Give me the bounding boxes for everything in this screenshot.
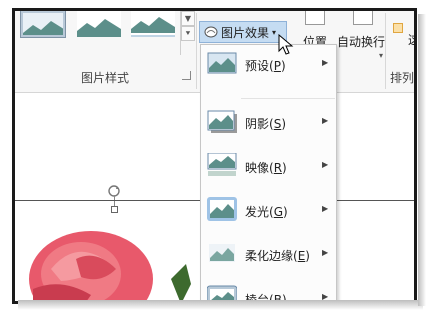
menu-item-label: 预设 bbox=[245, 59, 270, 73]
chevron-down-icon: ▾ bbox=[272, 27, 277, 37]
menu-item-shortcut: R bbox=[273, 161, 283, 175]
position-icon[interactable] bbox=[305, 11, 325, 25]
frame-shadow bbox=[18, 300, 423, 310]
dialog-launcher-icon[interactable] bbox=[182, 71, 191, 80]
picture-effects-menu: 预设(P) ▶ 阴影(S) ▶ 映像(R) ▶ 发光(G) ▶ 柔化边缘(E) … bbox=[200, 44, 337, 301]
submenu-arrow-icon: ▶ bbox=[322, 204, 329, 213]
ribbon-divider bbox=[196, 13, 197, 89]
gallery-scroll-down-button[interactable]: ▼ bbox=[181, 11, 195, 26]
wrap-text-chevron-icon[interactable]: ▾ bbox=[379, 51, 383, 60]
picture-style-thumb-3[interactable] bbox=[127, 11, 179, 45]
menu-item-shortcut: P bbox=[273, 59, 281, 73]
gallery-scroll: ▼ ⯆ bbox=[180, 11, 195, 55]
arrange-partial-label[interactable]: 这 bbox=[408, 31, 414, 48]
mouse-pointer-icon bbox=[278, 34, 294, 55]
menu-item-shadow[interactable]: 阴影(S) ▶ bbox=[201, 107, 336, 137]
arrange-group-label: 排列 bbox=[390, 71, 415, 85]
picture-style-thumb-1[interactable] bbox=[17, 11, 69, 45]
gallery-more-button[interactable]: ⯆ bbox=[181, 26, 195, 41]
menu-item-preset[interactable]: 预设(P) ▶ bbox=[201, 49, 336, 79]
picture-styles-group-label: 图片样式 bbox=[80, 71, 129, 85]
frame-shadow bbox=[418, 14, 426, 306]
ribbon-divider bbox=[385, 13, 386, 89]
picture-effects-button[interactable]: 图片效果 ▾ bbox=[199, 21, 287, 43]
wrap-text-label[interactable]: 自动换行 bbox=[337, 33, 385, 50]
menu-item-reflection[interactable]: 映像(R) ▶ bbox=[201, 151, 336, 181]
menu-item-label: 发光 bbox=[245, 205, 270, 219]
menu-item-shortcut: G bbox=[273, 205, 284, 219]
submenu-arrow-icon: ▶ bbox=[322, 58, 329, 67]
shadow-icon bbox=[207, 110, 237, 133]
rose-image[interactable] bbox=[21, 219, 211, 304]
soft-edges-icon bbox=[209, 244, 235, 262]
menu-item-shortcut: E bbox=[297, 249, 306, 263]
submenu-arrow-icon: ▶ bbox=[322, 248, 329, 257]
menu-item-label: 柔化边缘 bbox=[245, 249, 294, 263]
reflection-icon bbox=[207, 153, 237, 176]
submenu-arrow-icon: ▶ bbox=[322, 116, 329, 125]
menu-item-soft-edges[interactable]: 柔化边缘(E) ▶ bbox=[201, 239, 336, 269]
menu-separator bbox=[241, 98, 335, 99]
picture-effects-icon bbox=[204, 26, 218, 38]
preset-icon bbox=[207, 52, 237, 74]
screenshot-frame: ▼ ⯆ 图片样式 图片效果 ▾ 位置 自动换行 ▾ 这 排列 bbox=[12, 8, 417, 304]
resize-handle[interactable] bbox=[111, 206, 118, 213]
glow-icon bbox=[207, 197, 237, 221]
menu-item-label: 映像 bbox=[245, 161, 270, 175]
submenu-arrow-icon: ▶ bbox=[322, 160, 329, 169]
menu-item-glow[interactable]: 发光(G) ▶ bbox=[201, 195, 336, 225]
bring-forward-icon[interactable] bbox=[393, 23, 403, 33]
wrap-text-icon[interactable] bbox=[353, 11, 373, 25]
picture-style-thumb-2[interactable] bbox=[73, 11, 125, 45]
menu-item-shortcut: S bbox=[273, 117, 282, 131]
menu-item-label: 阴影 bbox=[245, 117, 270, 131]
picture-effects-label: 图片效果 bbox=[221, 25, 270, 40]
